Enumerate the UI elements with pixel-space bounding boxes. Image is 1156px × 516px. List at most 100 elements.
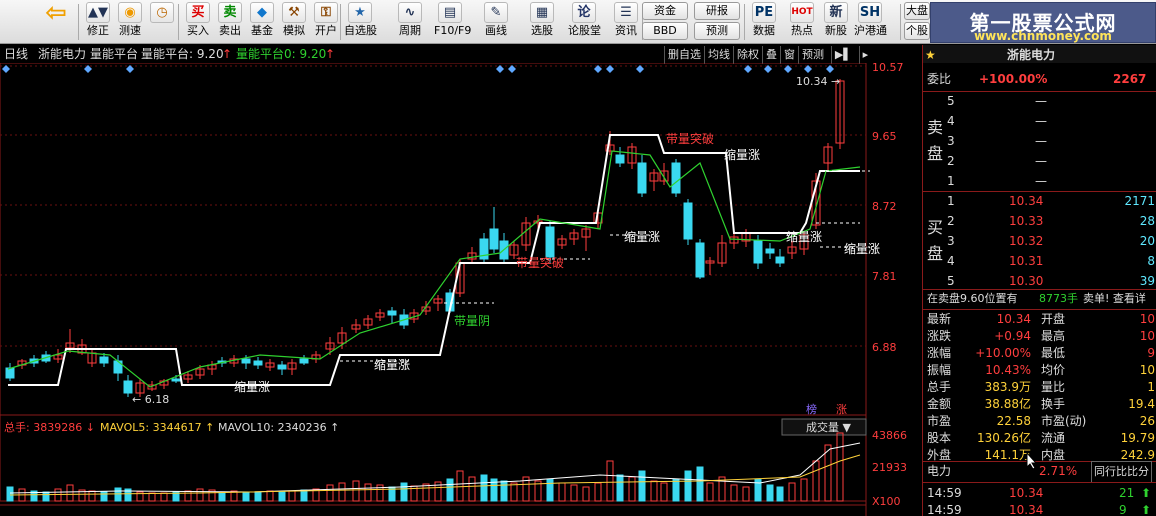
toolbar-button-label: 修正 xyxy=(87,24,109,37)
kline-chart[interactable]: 缩量涨缩量涨带量阴带量突破缩量涨带量突破缩量涨缩量涨缩量涨10.34 →← 6.… xyxy=(0,63,920,516)
toolbar-button-17[interactable]: 新新股 xyxy=(820,1,852,43)
research-pill[interactable]: 研报 xyxy=(694,2,740,20)
delete-favorite-button[interactable]: 删自选 xyxy=(664,46,704,64)
volume-bar xyxy=(660,482,668,502)
bid-price: 10.31 xyxy=(1009,254,1044,268)
bid-row[interactable]: 5 10.30 39 xyxy=(923,271,1156,291)
notice-row[interactable]: 在卖盘9.60位置有 8773手 卖单! 查看详 xyxy=(923,289,1156,309)
weibi-label: 委比 xyxy=(927,72,952,86)
volume-tick: 43866 xyxy=(872,429,907,442)
signal-diamond xyxy=(826,65,834,73)
toolbar-button-0[interactable]: ▲▼ 修正 xyxy=(82,1,114,43)
volume-bar xyxy=(510,482,518,502)
volume-bar xyxy=(196,488,204,502)
lightbulb-icon: ◉ xyxy=(118,2,142,23)
volume-bar xyxy=(326,484,334,502)
forecast-pill[interactable]: 预测 xyxy=(694,22,740,40)
period-label[interactable]: 日线 xyxy=(4,45,28,63)
market-pill[interactable]: 大盘 xyxy=(904,2,930,20)
bid-price: 10.33 xyxy=(1009,214,1044,228)
toolbar-button-clock[interactable]: ◷ xyxy=(146,1,178,43)
volume-total: 总手: 3839286 ↓ xyxy=(4,420,95,434)
stock-name: 浙能电力 xyxy=(38,47,87,61)
bid-row[interactable]: 3 10.32 20 xyxy=(923,231,1156,251)
toolbar-button-6[interactable]: ⚒ 模拟 xyxy=(278,1,310,43)
weibi-value: +100.00% xyxy=(979,72,1048,86)
high-marker: 10.34 → xyxy=(796,75,840,88)
tick-volume: 9 xyxy=(1119,503,1127,516)
ask-row[interactable]: 1— xyxy=(923,171,1156,191)
pen-icon: ✎ xyxy=(484,2,508,23)
toolbar-button-14[interactable]: ☰ 资讯 xyxy=(610,1,642,43)
scroll-right-icon[interactable]: ▸ xyxy=(858,46,872,64)
f10-icon: ▤ xyxy=(438,2,462,23)
toolbar-button-label: 自选股 xyxy=(344,24,377,37)
signal-diamond xyxy=(508,65,516,73)
sector-row: 电力 2.71% 同行比比分 xyxy=(923,461,1156,483)
back-button[interactable]: ⇦ xyxy=(40,0,72,43)
bid-row[interactable]: 1 10.34 2171 xyxy=(923,191,1156,211)
candle-body xyxy=(695,242,705,278)
overlay-button[interactable]: 叠 xyxy=(762,46,780,64)
gavel-icon: ⚒ xyxy=(282,2,306,23)
ask-row[interactable]: 3— xyxy=(923,131,1156,151)
hk-connect-icon: SH xyxy=(858,2,882,23)
ex-rights-button[interactable]: 除权 xyxy=(733,46,762,64)
personal-pill[interactable]: 个股 xyxy=(904,22,930,40)
toolbar-button-15[interactable]: PE 数据 xyxy=(748,1,780,43)
candle-body xyxy=(683,202,693,240)
volume-bar xyxy=(184,490,192,502)
toolbar-button-7[interactable]: ⚿ 开户 xyxy=(310,1,342,43)
volume-bar xyxy=(6,486,14,502)
candle-body xyxy=(277,364,287,370)
notice-text: 在卖盘9.60位置有 xyxy=(927,292,1018,305)
ask-row[interactable]: 4— xyxy=(923,111,1156,131)
toolbar-button-1[interactable]: ◉ 测速 xyxy=(114,1,146,43)
toolbar-button-10[interactable]: ▤ F10/F9 xyxy=(434,1,471,43)
toolbar-button-5[interactable]: ◆ 基金 xyxy=(246,1,278,43)
annotation-label: 带量阴 xyxy=(454,314,490,328)
toolbar-button-8[interactable]: ★ 自选股 xyxy=(344,1,377,43)
bid-level: 2 xyxy=(947,214,955,228)
bbd-pill[interactable]: BBD xyxy=(642,22,688,40)
tick-up-icon: ⬆ xyxy=(1141,503,1152,516)
window-button[interactable]: 窗 xyxy=(780,46,798,64)
toolbar-button-9[interactable]: ∿ 周期 xyxy=(394,1,426,43)
toolbar-button-16[interactable]: HOT 热点 xyxy=(786,1,818,43)
price-tick: 7.81 xyxy=(872,270,897,283)
tick-row[interactable]: 14:59 10.34 9 ⬆ xyxy=(923,500,1156,516)
ask-row[interactable]: 2— xyxy=(923,151,1156,171)
candle-body xyxy=(753,240,763,264)
volume-bar xyxy=(650,480,658,502)
fund-pill[interactable]: 资金 xyxy=(642,2,688,20)
volume-bar xyxy=(730,484,738,502)
ma-button[interactable]: 均线 xyxy=(704,46,733,64)
chart-tag: 涨 xyxy=(836,403,847,416)
play-icon[interactable]: ▶▌ xyxy=(830,46,855,64)
bid-level: 1 xyxy=(947,194,955,208)
volume-bar xyxy=(812,460,820,502)
forecast-button[interactable]: 预测 xyxy=(798,46,827,64)
rank-button[interactable]: 同行比比分 xyxy=(1091,461,1152,483)
ask-row[interactable]: 5— xyxy=(923,91,1156,111)
candle-body xyxy=(113,360,123,374)
volume-bar xyxy=(500,480,508,502)
volume-bar xyxy=(672,478,680,502)
mavol5: MAVOL5: 3344617 ↑ xyxy=(100,421,214,434)
star-icon[interactable]: ★ xyxy=(925,45,936,65)
sector-pct: 2.71% xyxy=(1039,464,1078,478)
toolbar-button-12[interactable]: ▦ 选股 xyxy=(526,1,558,43)
bid-row[interactable]: 2 10.33 28 xyxy=(923,211,1156,231)
toolbar-button-11[interactable]: ✎ 画线 xyxy=(480,1,512,43)
indicator-name: 量能平台 xyxy=(90,47,139,61)
bid-volume: 20 xyxy=(1139,234,1155,248)
toolbar-button-4[interactable]: 卖卖出 xyxy=(214,1,246,43)
toolbar-button-3[interactable]: 买买入 xyxy=(182,1,214,43)
low-marker: ← 6.18 xyxy=(132,393,169,406)
new-stock-icon: 新 xyxy=(824,2,848,23)
toolbar-button-label: 开户 xyxy=(315,24,337,37)
toolbar-button-18[interactable]: SH 沪港通 xyxy=(854,1,887,43)
toolbar-button-13[interactable]: 论论股堂 xyxy=(568,1,601,43)
bid-row[interactable]: 4 10.31 8 xyxy=(923,251,1156,271)
sector-name[interactable]: 电力 xyxy=(927,461,951,481)
